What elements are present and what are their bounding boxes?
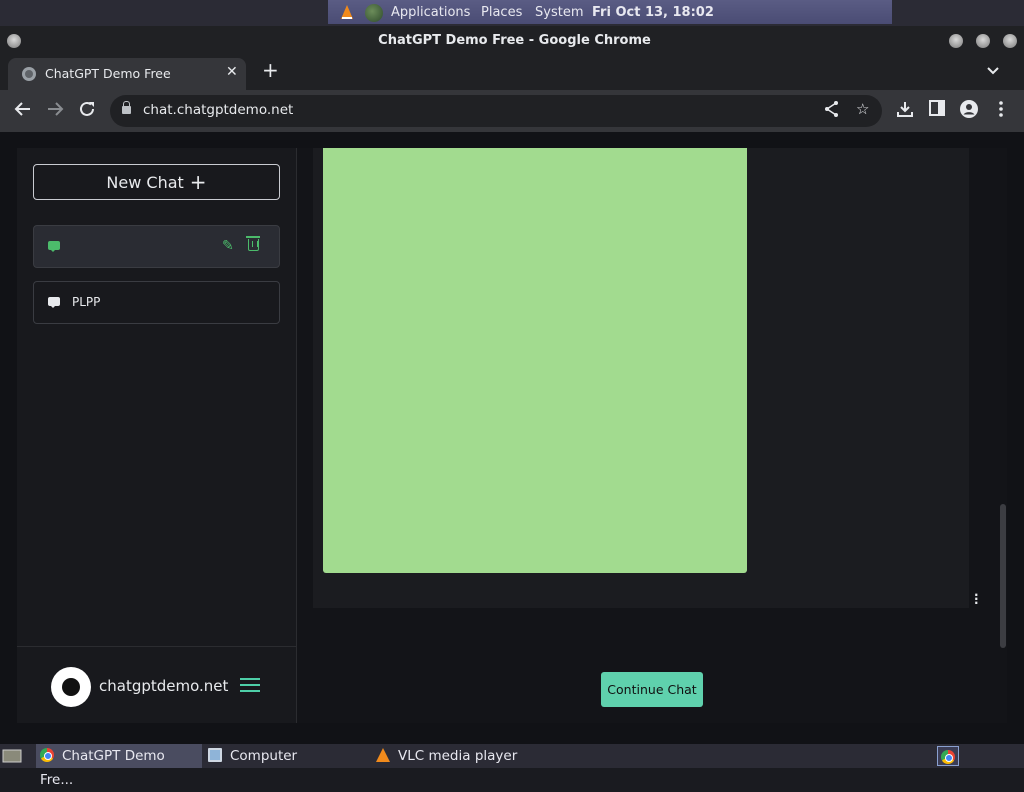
taskbar-item-label: Computer xyxy=(230,748,298,764)
app-launcher-icon[interactable] xyxy=(365,4,383,22)
taskbar-item-label: ChatGPT Demo Fre... xyxy=(40,748,165,788)
tab-strip: ChatGPT Demo Free ✕ xyxy=(0,56,1024,90)
bottom-taskbar: ChatGPT Demo Fre... Computer VLC media p… xyxy=(0,744,1024,788)
clock[interactable]: Fri Oct 13, 18:02 xyxy=(592,5,714,20)
tab-search-chevron-icon[interactable] xyxy=(987,64,999,79)
show-desktop-icon[interactable] xyxy=(2,744,24,768)
scrollbar-thumb[interactable] xyxy=(1000,504,1006,648)
tab-title: ChatGPT Demo Free xyxy=(45,66,171,81)
new-tab-icon[interactable]: + xyxy=(262,60,279,80)
computer-icon xyxy=(208,748,222,762)
vlc-icon xyxy=(376,748,390,762)
share-icon[interactable] xyxy=(824,100,840,122)
brand-name: chatgptdemo.net xyxy=(99,677,229,695)
vlc-icon[interactable] xyxy=(339,4,355,20)
reload-icon[interactable] xyxy=(76,100,98,122)
applications-menu[interactable]: Applications xyxy=(391,5,470,20)
taskbar-item-chrome[interactable]: ChatGPT Demo Fre... xyxy=(36,744,202,788)
chat-sidebar: New Chat + ✎ PLPP chatgptdemo.net xyxy=(17,148,297,723)
hamburger-menu-icon[interactable] xyxy=(240,678,260,692)
sun-logo-icon[interactable] xyxy=(51,667,91,707)
taskbar-item-label: VLC media player xyxy=(398,748,518,764)
chat-bubble-icon xyxy=(48,297,60,308)
new-chat-label: New Chat xyxy=(106,173,184,192)
maximize-icon[interactable] xyxy=(976,34,990,48)
url-text[interactable]: chat.chatgptdemo.net xyxy=(143,102,293,118)
top-panel: Applications Places System Fri Oct 13, 1… xyxy=(0,0,1024,26)
taskbar-item-computer[interactable]: Computer xyxy=(206,744,366,768)
chrome-icon xyxy=(941,750,955,764)
chat-list-item-active[interactable]: ✎ xyxy=(33,225,280,268)
edit-icon[interactable]: ✎ xyxy=(222,238,234,254)
browser-menu-icon[interactable] xyxy=(990,100,1012,122)
chat-item-label: PLPP xyxy=(72,295,101,309)
back-icon[interactable] xyxy=(12,100,34,122)
places-menu[interactable]: Places xyxy=(481,5,522,20)
download-icon[interactable] xyxy=(894,100,916,122)
browser-toolbar: chat.chatgptdemo.net ☆ xyxy=(0,90,1024,132)
tab-chatgpt-demo[interactable]: ChatGPT Demo Free ✕ xyxy=(8,58,246,90)
tab-close-icon[interactable]: ✕ xyxy=(226,64,238,80)
window-title: ChatGPT Demo Free - Google Chrome xyxy=(378,33,651,48)
chat-list-item-plpp[interactable]: PLPP xyxy=(33,281,280,324)
generated-image xyxy=(323,148,747,573)
trash-icon[interactable] xyxy=(246,236,260,251)
chat-bubble-icon xyxy=(48,241,60,252)
globe-icon xyxy=(22,67,36,81)
new-chat-button[interactable]: New Chat + xyxy=(33,164,280,200)
minimize-icon[interactable] xyxy=(949,34,963,48)
chrome-icon xyxy=(40,748,54,762)
lock-icon[interactable] xyxy=(122,101,131,114)
system-menu[interactable]: System xyxy=(535,5,583,20)
continue-chat-button[interactable]: Continue Chat xyxy=(601,672,703,707)
taskbar-item-vlc[interactable]: VLC media player xyxy=(374,744,544,768)
close-window-icon[interactable] xyxy=(1003,34,1017,48)
plus-icon: + xyxy=(189,170,207,194)
sidebar-footer: chatgptdemo.net xyxy=(17,646,296,723)
more-options-icon[interactable]: · · · xyxy=(974,589,980,609)
side-panel-icon[interactable] xyxy=(926,100,948,122)
forward-icon[interactable] xyxy=(44,100,66,122)
address-bar[interactable]: chat.chatgptdemo.net ☆ xyxy=(110,95,882,127)
bookmark-star-icon[interactable]: ☆ xyxy=(856,100,869,118)
window-titlebar[interactable]: ChatGPT Demo Free - Google Chrome xyxy=(0,26,1024,56)
tray-chrome-icon[interactable] xyxy=(937,746,959,766)
profile-icon[interactable] xyxy=(958,100,980,122)
